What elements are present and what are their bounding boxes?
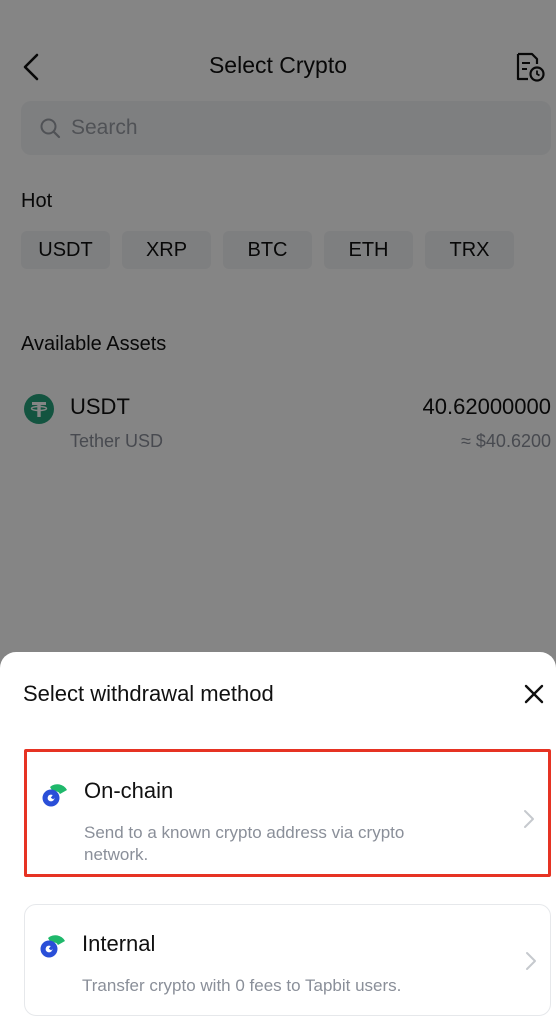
method-description: Transfer crypto with 0 fees to Tapbit us… bbox=[82, 976, 402, 995]
method-option-internal[interactable]: Internal Transfer crypto with 0 fees to … bbox=[24, 904, 551, 1016]
close-icon bbox=[524, 684, 544, 704]
chevron-right-icon bbox=[526, 952, 536, 970]
close-button[interactable] bbox=[520, 680, 548, 708]
sheet-title: Select withdrawal method bbox=[23, 681, 274, 706]
method-title: On-chain bbox=[84, 778, 174, 803]
withdrawal-method-sheet: Select withdrawal method On-chain Send t… bbox=[0, 652, 556, 1026]
method-description: Send to a known crypto address via crypt… bbox=[84, 823, 405, 864]
tapbit-icon bbox=[42, 784, 67, 807]
chevron-right-icon bbox=[524, 810, 534, 828]
method-option-on-chain[interactable]: On-chain Send to a known crypto address … bbox=[24, 749, 551, 877]
method-title: Internal bbox=[82, 931, 156, 956]
tapbit-icon bbox=[40, 935, 65, 958]
